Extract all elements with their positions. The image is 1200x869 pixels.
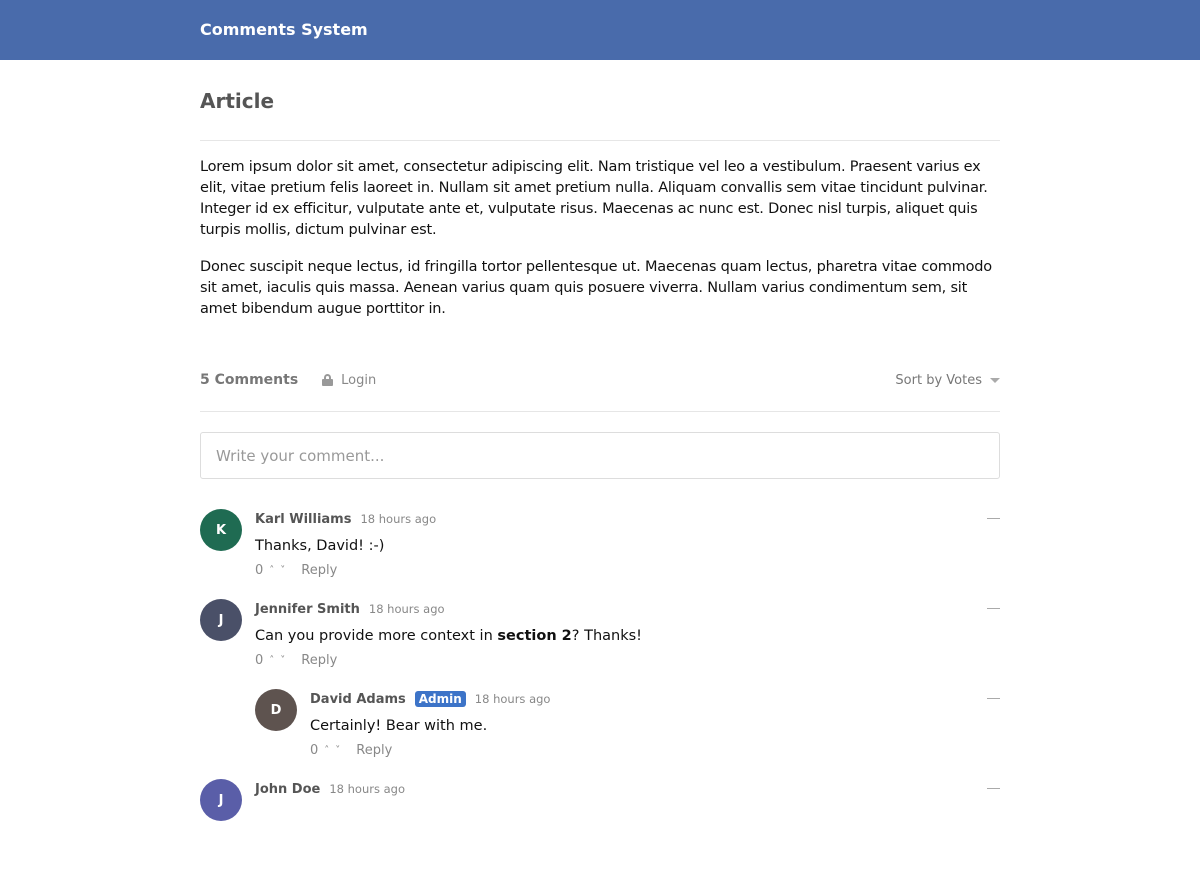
collapse-icon[interactable] [987,518,1000,519]
app-title[interactable]: Comments System [200,0,1000,60]
avatar: K [200,509,242,551]
comment-text-bold: section 2 [497,628,572,644]
comment: J John Doe 18 hours ago [200,779,1000,869]
page-title: Article [200,89,275,113]
avatar: D [255,689,297,731]
comment-list: K Karl Williams 18 hours ago Thanks, David… [200,509,1000,869]
avatar-initial: K [215,522,227,538]
sort-label: Sort by Votes [895,372,982,388]
comment-text-part: Thanks, David! :-) [255,538,385,554]
comment-time: 18 hours ago [329,782,406,796]
upvote-icon[interactable]: ˄ [269,655,274,666]
reply-button[interactable]: Reply [301,563,337,578]
comment-text-part: Can you provide more context in [255,628,498,644]
comment-text: Certainly! Bear with me. [310,718,1000,734]
comment: J Jennifer Smith 18 hours ago Can you prov… [200,599,1000,689]
comment-time: 18 hours ago [474,692,551,706]
comment-author[interactable]: David Adams [310,692,406,707]
comment-time: 18 hours ago [368,602,445,616]
comment-text-part: ? Thanks! [571,628,642,644]
comments-toolbar: 5 Comments Login Sort by Votes [200,368,1000,392]
comment-time: 18 hours ago [360,512,437,526]
divider [200,140,1000,141]
divider [200,411,1000,412]
article-paragraph: Donec suscipit neque lectus, id fringill… [200,259,992,317]
comment-input[interactable]: Write your comment... [200,432,1000,479]
avatar: J [200,779,242,821]
collapse-icon[interactable] [987,788,1000,789]
login-label: Login [341,372,377,388]
comment-author[interactable]: Jennifer Smith [255,602,360,617]
downvote-icon[interactable]: ˅ [280,565,285,576]
vote-count: 0 [255,563,264,578]
comment-author[interactable]: Karl Williams [255,512,351,527]
downvote-icon[interactable]: ˅ [280,655,285,666]
comment: D David Adams Admin 18 hours ago Certainly!… [255,689,1000,779]
article-paragraph: Lorem ipsum dolor sit amet, consectetur … [200,159,988,238]
vote-count: 0 [255,653,264,668]
sort-dropdown[interactable]: Sort by Votes [895,373,1000,388]
lock-icon [322,374,334,386]
comment: K Karl Williams 18 hours ago Thanks, David… [200,509,1000,599]
comment-count: 5 Comments [200,372,299,388]
upvote-icon[interactable]: ˄ [269,565,274,576]
comment-text-part: Certainly! Bear with me. [310,718,488,734]
login-button[interactable]: Login [322,373,376,388]
comment-text: Thanks, David! :-) [255,538,1000,554]
collapse-icon[interactable] [987,698,1000,699]
reply-button[interactable]: Reply [301,653,337,668]
comment-author[interactable]: John Doe [255,782,320,797]
avatar-initial: D [270,702,282,718]
avatar: J [200,599,242,641]
admin-badge: Admin [414,691,466,707]
vote-count: 0 [310,743,319,758]
top-bar: Comments System [0,0,1200,60]
caret-down-icon [990,377,1000,383]
collapse-icon[interactable] [987,608,1000,609]
comment-text: Can you provide more context in section … [255,628,1000,644]
avatar-initial: J [218,612,224,628]
downvote-icon[interactable]: ˅ [335,745,340,756]
avatar-initial: J [218,792,224,808]
upvote-icon[interactable]: ˄ [324,745,329,756]
reply-button[interactable]: Reply [356,743,392,758]
article-body: Lorem ipsum dolor sit amet, consectetur … [200,157,1000,320]
